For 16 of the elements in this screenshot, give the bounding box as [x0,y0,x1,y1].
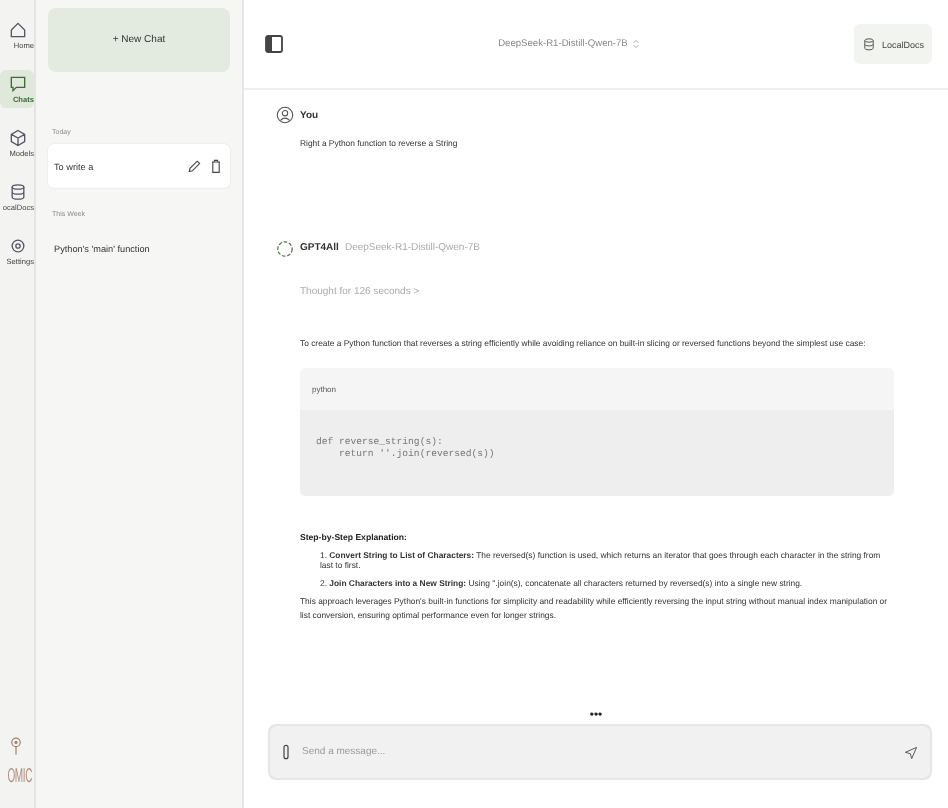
home-icon [8,20,28,40]
database-icon [8,182,28,202]
pin-icon [10,736,22,756]
database-icon [861,36,876,52]
bot-icon [276,239,294,257]
user-icon [276,106,294,124]
logo: OMIC [7,766,32,790]
pencil-icon[interactable] [186,158,202,174]
attach-icon[interactable] [282,744,290,760]
settings-icon [8,236,28,256]
chat-icon [8,74,28,94]
trash-icon[interactable] [208,158,224,174]
sidebar-toggle-icon[interactable] [264,34,284,54]
cube-icon [8,128,28,148]
send-icon[interactable] [904,745,918,759]
sort-icon [631,38,640,50]
